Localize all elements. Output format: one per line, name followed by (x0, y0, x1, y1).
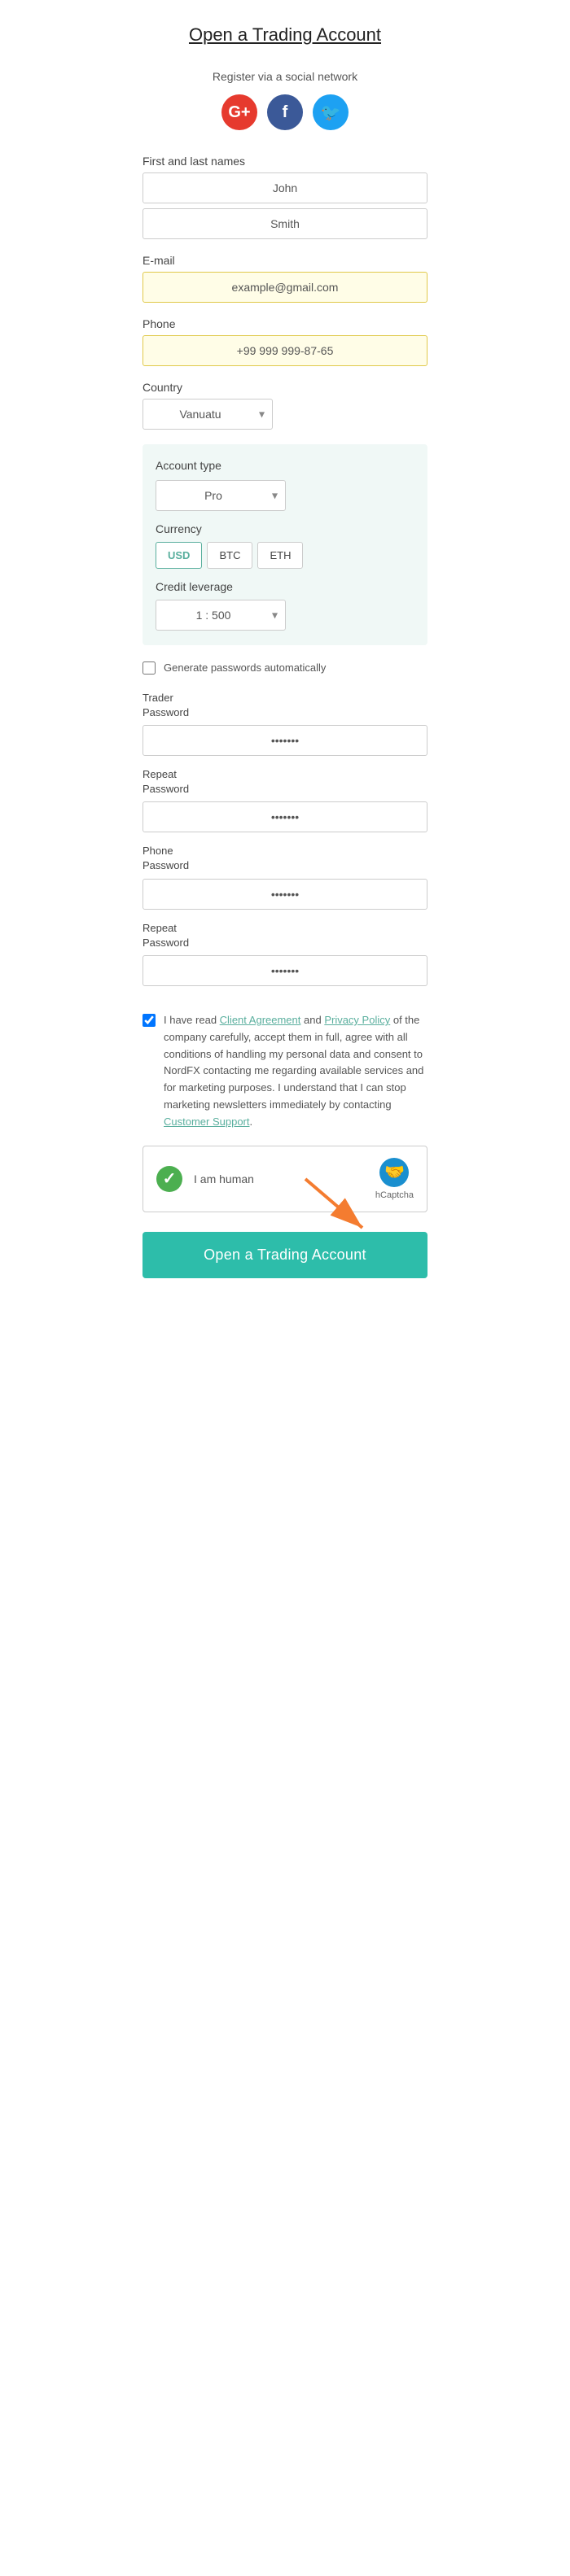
captcha-left: ✓ I am human (156, 1166, 254, 1192)
generate-password-row: Generate passwords automatically (142, 660, 428, 676)
generate-password-section: Generate passwords automatically (142, 660, 428, 676)
submit-button[interactable]: Open a Trading Account (142, 1232, 428, 1278)
currency-btc-button[interactable]: BTC (207, 542, 252, 569)
currency-usd-button[interactable]: USD (156, 542, 202, 569)
currency-buttons: USD BTC ETH (156, 542, 414, 569)
email-input[interactable] (142, 272, 428, 303)
captcha-checkmark: ✓ (156, 1166, 182, 1192)
names-section: First and last names (142, 155, 428, 239)
country-label: Country (142, 381, 428, 394)
country-section: Country Vanuatu USA UK Germany (142, 381, 428, 430)
first-name-input[interactable] (142, 172, 428, 203)
phone-password-input[interactable] (142, 879, 428, 910)
email-label: E-mail (142, 254, 428, 267)
account-type-select-wrap: Pro Standard ECN (156, 480, 286, 511)
trader-password-label: TraderPassword (142, 691, 428, 720)
social-section: Register via a social network G+ f 🐦 (142, 70, 428, 130)
currency-eth-button[interactable]: ETH (257, 542, 303, 569)
phone-label: Phone (142, 317, 428, 330)
phone-section: Phone (142, 317, 428, 366)
generate-password-checkbox[interactable] (142, 661, 156, 675)
privacy-policy-link[interactable]: Privacy Policy (324, 1014, 390, 1026)
repeat-phone-password-input[interactable] (142, 955, 428, 986)
phone-input[interactable] (142, 335, 428, 366)
email-section: E-mail (142, 254, 428, 303)
repeat-password-label: RepeatPassword (142, 767, 428, 797)
generate-password-label: Generate passwords automatically (164, 660, 326, 676)
agreement-text: I have read Client Agreement and Privacy… (164, 1012, 428, 1131)
leverage-select[interactable]: 1 : 500 1 : 100 1 : 200 1 : 1000 (156, 600, 286, 631)
google-social-button[interactable]: G+ (221, 94, 257, 130)
country-select[interactable]: Vanuatu USA UK Germany (142, 399, 273, 430)
arrow-icon (297, 1171, 395, 1236)
country-select-wrap: Vanuatu USA UK Germany (142, 399, 273, 430)
facebook-social-button[interactable]: f (267, 94, 303, 130)
customer-support-link[interactable]: Customer Support (164, 1116, 250, 1128)
currency-label: Currency (156, 522, 414, 535)
submit-area: Open a Trading Account (142, 1232, 428, 1278)
names-label: First and last names (142, 155, 428, 168)
agreement-section: I have read Client Agreement and Privacy… (142, 1012, 428, 1131)
phone-password-label: PhonePassword (142, 844, 428, 873)
page-title: Open a Trading Account (142, 24, 428, 46)
account-settings-section: Account type Pro Standard ECN Currency U… (142, 444, 428, 645)
agreement-checkbox[interactable] (142, 1014, 156, 1027)
account-type-label: Account type (156, 459, 414, 472)
last-name-input[interactable] (142, 208, 428, 239)
repeat-phone-password-label: RepeatPassword (142, 921, 428, 950)
twitter-social-button[interactable]: 🐦 (313, 94, 349, 130)
social-icons: G+ f 🐦 (142, 94, 428, 130)
social-label: Register via a social network (142, 70, 428, 83)
leverage-label: Credit leverage (156, 580, 414, 593)
client-agreement-link[interactable]: Client Agreement (220, 1014, 301, 1026)
account-type-select[interactable]: Pro Standard ECN (156, 480, 286, 511)
agreement-row: I have read Client Agreement and Privacy… (142, 1012, 428, 1131)
captcha-text: I am human (194, 1172, 254, 1185)
leverage-select-wrap: 1 : 500 1 : 100 1 : 200 1 : 1000 (156, 600, 286, 631)
password-section: TraderPassword RepeatPassword PhonePassw… (142, 691, 428, 998)
repeat-password-input[interactable] (142, 801, 428, 832)
trader-password-input[interactable] (142, 725, 428, 756)
